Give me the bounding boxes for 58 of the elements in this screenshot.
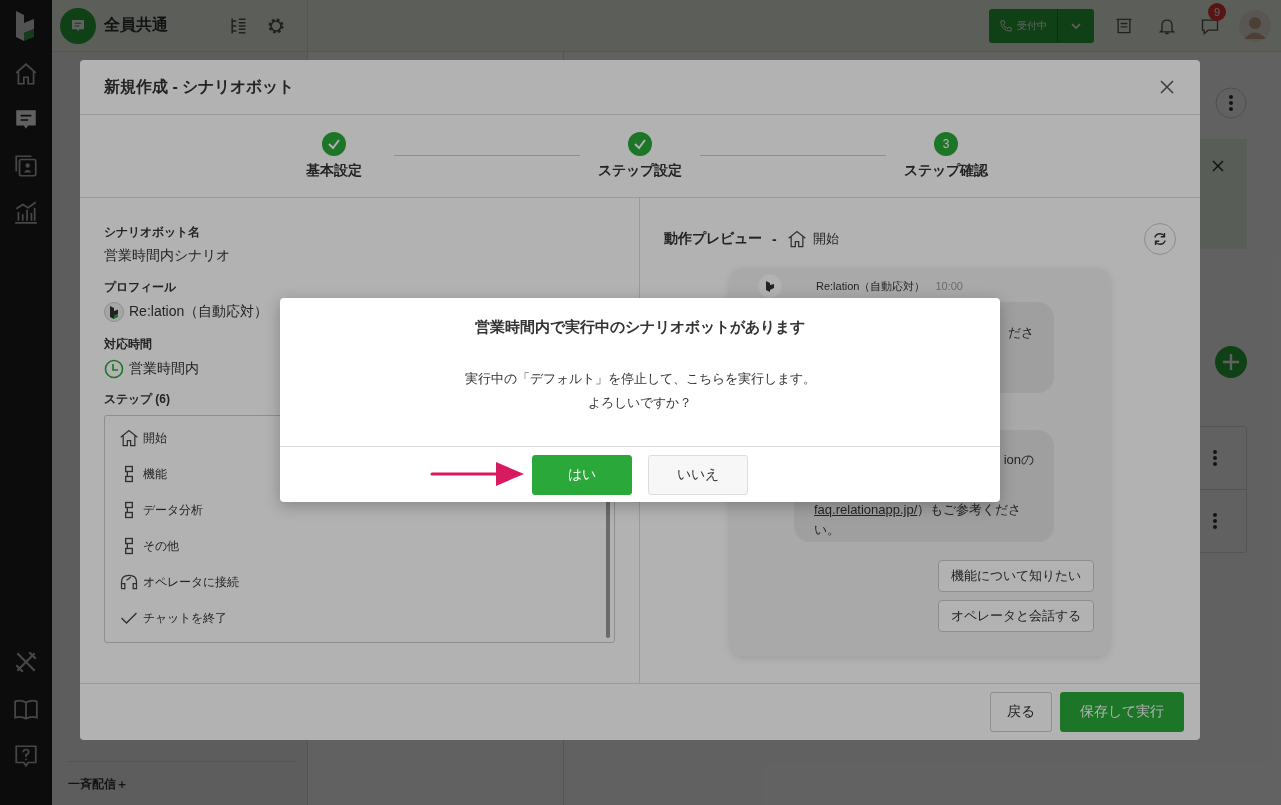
- dropdown-button[interactable]: [1058, 8, 1094, 43]
- preview-title: 動作プレビュー: [664, 230, 762, 248]
- message-text: faq.relationapp.jp/）もご参考くださ: [814, 502, 1022, 517]
- notification-badge: 9: [1208, 2, 1226, 21]
- refresh-button[interactable]: [1144, 223, 1176, 255]
- home-icon[interactable]: [13, 61, 39, 87]
- quick-reply-button[interactable]: オペレータと会話する: [938, 600, 1094, 632]
- step-item[interactable]: 開始: [143, 429, 167, 447]
- sender-name: Re:lation（自動応対）: [816, 278, 926, 294]
- separator: -: [772, 231, 777, 247]
- more-icon[interactable]: [1215, 87, 1247, 119]
- step-label: ステップ設定: [598, 162, 682, 180]
- back-button[interactable]: 戻る: [990, 692, 1052, 732]
- close-icon[interactable]: [1160, 80, 1174, 94]
- close-icon[interactable]: [1211, 159, 1225, 173]
- step-item[interactable]: その他: [143, 537, 179, 555]
- caret-icon: [1070, 21, 1082, 30]
- field-label: 対応時間: [104, 336, 153, 353]
- channel-name: 全員共通: [104, 15, 168, 35]
- more-icon[interactable]: [1212, 449, 1218, 467]
- no-button[interactable]: いいえ: [648, 454, 748, 495]
- step-label: ステップ確認: [904, 162, 988, 180]
- step-item[interactable]: オペレータに接続: [143, 573, 239, 591]
- message-text: ionの: [1003, 452, 1034, 467]
- step-item[interactable]: データ分析: [143, 501, 203, 519]
- add-icon[interactable]: [1215, 346, 1247, 378]
- home-icon: [119, 428, 139, 448]
- contact-card-icon[interactable]: [13, 153, 39, 179]
- field-label: ステップ (6): [104, 391, 170, 408]
- chart-icon[interactable]: [13, 199, 39, 225]
- tools-icon[interactable]: [13, 649, 39, 675]
- modal-title: 新規作成 - シナリオボット: [104, 76, 295, 97]
- link[interactable]: faq.relationapp.jp/: [814, 502, 918, 517]
- field-value: 営業時間内シナリオ: [104, 247, 230, 265]
- field-label: プロフィール: [104, 279, 177, 296]
- dialog-message: 実行中の「デフォルト」を停止して、こちらを実行します。 よろしいですか？: [463, 370, 817, 412]
- home-icon: [786, 229, 807, 249]
- phone-icon: [999, 18, 1013, 33]
- step-item[interactable]: 機能: [143, 465, 167, 483]
- message-text: ださ: [1008, 324, 1034, 340]
- message-time: 10:00: [935, 280, 963, 292]
- field-value: Re:lation（自動応対）: [129, 303, 269, 321]
- step-item[interactable]: チャットを終了: [143, 609, 227, 627]
- message-text: い。: [814, 522, 840, 537]
- current-step: 開始: [812, 230, 839, 248]
- channel-icon[interactable]: [60, 7, 96, 44]
- step-label: 基本設定: [306, 162, 362, 180]
- clock-icon: [104, 359, 124, 379]
- field-label: シナリオボット名: [104, 224, 201, 241]
- step-number: 3: [934, 132, 958, 156]
- more-icon[interactable]: [1212, 512, 1218, 530]
- avatar-icon[interactable]: [1239, 9, 1271, 42]
- quick-reply-button[interactable]: 機能について知りたい: [938, 560, 1094, 592]
- headset-icon: [119, 572, 139, 592]
- profile-logo-icon: [104, 302, 124, 322]
- dialog-title: 営業時間内で実行中のシナリオボットがあります: [474, 318, 806, 337]
- field-value: 営業時間内: [129, 360, 199, 378]
- help-icon[interactable]: [13, 743, 39, 769]
